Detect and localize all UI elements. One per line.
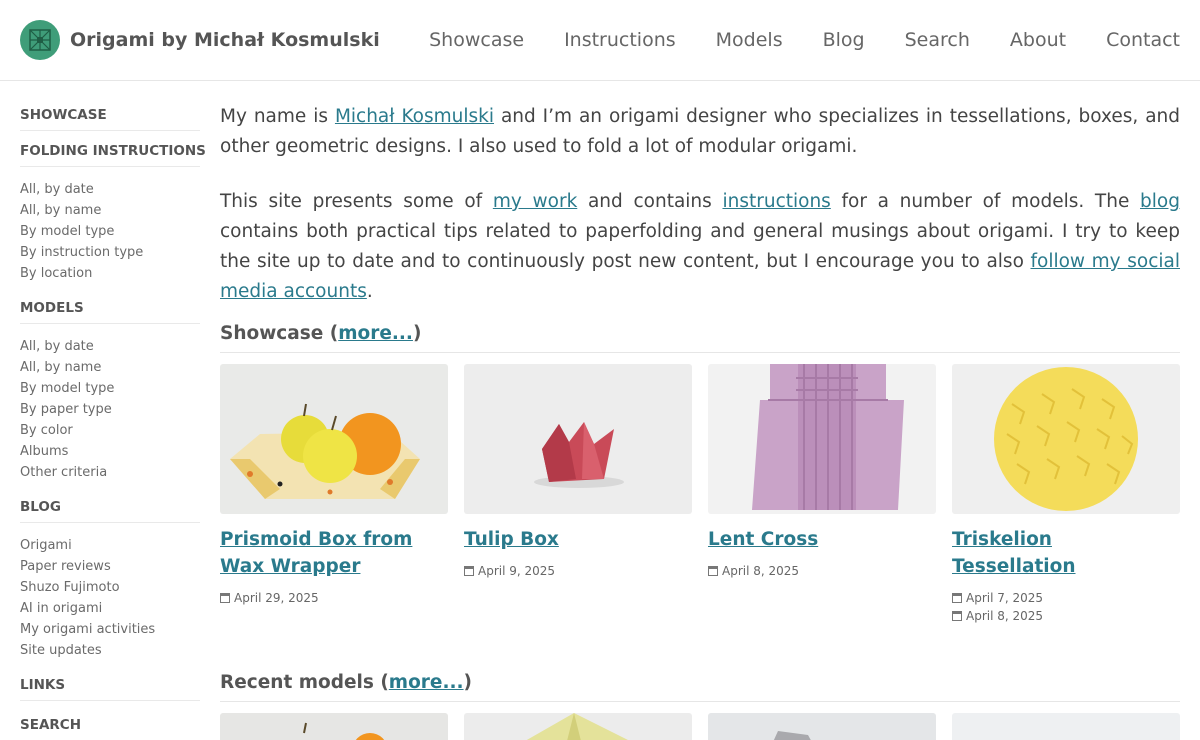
- origami-logo-icon: [29, 29, 51, 51]
- sidebar-item-blog-paper-reviews[interactable]: Paper reviews: [20, 556, 200, 577]
- sidebar-item-models-other-criteria[interactable]: Other criteria: [20, 462, 200, 483]
- site-title[interactable]: Origami by Michał Kosmulski: [70, 29, 380, 51]
- sidebar-heading-links[interactable]: LINKS: [20, 677, 200, 701]
- sidebar-heading-blog[interactable]: BLOG: [20, 499, 200, 523]
- recent-models-cards: [220, 713, 1180, 740]
- sidebar-heading-models[interactable]: MODELS: [20, 300, 200, 324]
- nav-about[interactable]: About: [1010, 29, 1066, 51]
- recent-models-section-title: Recent models (more...): [220, 672, 1180, 702]
- triskelion-tessellation-thumbnail[interactable]: [952, 364, 1180, 514]
- intro-text: for a number of models. The: [830, 191, 1141, 212]
- section-title-text: ): [412, 323, 422, 344]
- main-content: My name is Michał Kosmulski and I’m an o…: [220, 102, 1180, 625]
- recent-model-card: [952, 713, 1180, 740]
- card-date: April 9, 2025: [464, 562, 692, 580]
- showcase-card: Lent Cross April 8, 2025: [708, 364, 936, 625]
- intro-text: and contains: [577, 191, 723, 212]
- calendar-icon: [952, 611, 962, 621]
- calendar-icon: [220, 593, 230, 603]
- intro-text: .: [366, 281, 373, 302]
- card-title-link[interactable]: Triskelion Tessellation: [952, 526, 1180, 580]
- sidebar-item-models-by-paper-type[interactable]: By paper type: [20, 399, 200, 420]
- showcase-card: Tulip Box April 9, 2025: [464, 364, 692, 625]
- nav-blog[interactable]: Blog: [823, 29, 865, 51]
- sidebar: SHOWCASE FOLDING INSTRUCTIONS All, by da…: [20, 107, 206, 740]
- recent-model-card: [708, 713, 936, 740]
- card-date: April 8, 2025: [952, 607, 1180, 625]
- showcase-more-link[interactable]: more...: [338, 323, 413, 344]
- sidebar-item-instructions-all-by-name[interactable]: All, by name: [20, 200, 200, 221]
- recent-model-thumbnail[interactable]: [708, 713, 936, 740]
- nav-contact[interactable]: Contact: [1106, 29, 1180, 51]
- calendar-icon: [952, 593, 962, 603]
- recent-model-thumbnail[interactable]: [464, 713, 692, 740]
- section-title-text: Showcase (: [220, 323, 339, 344]
- card-title-link[interactable]: Tulip Box: [464, 526, 692, 553]
- intro-text: My name is: [220, 106, 335, 127]
- date-text: April 9, 2025: [478, 564, 556, 578]
- card-title-link[interactable]: Prismoid Box from Wax Wrapper: [220, 526, 448, 580]
- card-date: April 7, 2025: [952, 589, 1180, 607]
- blog-link[interactable]: blog: [1140, 191, 1180, 212]
- card-date: April 8, 2025: [708, 562, 936, 580]
- nav-instructions[interactable]: Instructions: [564, 29, 676, 51]
- sidebar-item-models-by-model-type[interactable]: By model type: [20, 378, 200, 399]
- intro-text: This site presents some of: [220, 191, 493, 212]
- sidebar-item-models-by-color[interactable]: By color: [20, 420, 200, 441]
- main-nav: Showcase Instructions Models Blog Search…: [389, 29, 1180, 51]
- sidebar-item-instructions-by-instruction-type[interactable]: By instruction type: [20, 242, 200, 263]
- site-header: Origami by Michał Kosmulski Showcase Ins…: [0, 0, 1200, 81]
- card-date: April 29, 2025: [220, 589, 448, 607]
- instructions-link[interactable]: instructions: [722, 191, 830, 212]
- recent-model-card: [464, 713, 692, 740]
- sidebar-item-blog-shuzo-fujimoto[interactable]: Shuzo Fujimoto: [20, 577, 200, 598]
- sidebar-item-instructions-by-location[interactable]: By location: [20, 263, 200, 284]
- tulip-box-thumbnail[interactable]: [464, 364, 692, 514]
- sidebar-heading-showcase[interactable]: SHOWCASE: [20, 107, 200, 131]
- date-text: April 8, 2025: [966, 609, 1044, 623]
- sidebar-item-models-all-by-name[interactable]: All, by name: [20, 357, 200, 378]
- showcase-card: Prismoid Box from Wax Wrapper April 29, …: [220, 364, 448, 625]
- sidebar-item-blog-site-updates[interactable]: Site updates: [20, 640, 200, 661]
- intro-paragraph-2: This site presents some of my work and c…: [220, 187, 1180, 307]
- section-title-text: ): [463, 672, 473, 693]
- sidebar-item-blog-origami[interactable]: Origami: [20, 535, 200, 556]
- sidebar-item-models-albums[interactable]: Albums: [20, 441, 200, 462]
- recent-model-thumbnail[interactable]: [952, 713, 1180, 740]
- sidebar-item-blog-ai-in-origami[interactable]: AI in origami: [20, 598, 200, 619]
- prismoid-box-thumbnail[interactable]: [220, 364, 448, 514]
- section-title-text: Recent models (: [220, 672, 389, 693]
- site-logo[interactable]: [20, 20, 60, 60]
- sidebar-item-models-all-by-date[interactable]: All, by date: [20, 336, 200, 357]
- date-text: April 7, 2025: [966, 591, 1044, 605]
- sidebar-heading-folding-instructions[interactable]: FOLDING INSTRUCTIONS: [20, 143, 206, 167]
- sidebar-heading-search[interactable]: SEARCH: [20, 717, 200, 740]
- author-link[interactable]: Michał Kosmulski: [335, 106, 494, 127]
- date-text: April 8, 2025: [722, 564, 800, 578]
- recent-models-section: Recent models (more...): [220, 672, 1180, 740]
- showcase-section-title: Showcase (more...): [220, 323, 1180, 353]
- card-title-link[interactable]: Lent Cross: [708, 526, 936, 553]
- date-text: April 29, 2025: [234, 591, 319, 605]
- nav-search[interactable]: Search: [905, 29, 970, 51]
- calendar-icon: [708, 566, 718, 576]
- showcase-cards: Prismoid Box from Wax Wrapper April 29, …: [220, 364, 1180, 625]
- my-work-link[interactable]: my work: [493, 191, 577, 212]
- lent-cross-thumbnail[interactable]: [708, 364, 936, 514]
- calendar-icon: [464, 566, 474, 576]
- recent-models-more-link[interactable]: more...: [389, 672, 464, 693]
- sidebar-item-instructions-by-model-type[interactable]: By model type: [20, 221, 200, 242]
- recent-model-thumbnail[interactable]: [220, 713, 448, 740]
- sidebar-item-instructions-all-by-date[interactable]: All, by date: [20, 179, 200, 200]
- sidebar-item-blog-my-origami-activities[interactable]: My origami activities: [20, 619, 200, 640]
- recent-model-card: [220, 713, 448, 740]
- showcase-card: Triskelion Tessellation April 7, 2025 Ap…: [952, 364, 1180, 625]
- intro-paragraph-1: My name is Michał Kosmulski and I’m an o…: [220, 102, 1180, 162]
- nav-showcase[interactable]: Showcase: [429, 29, 524, 51]
- nav-models[interactable]: Models: [716, 29, 783, 51]
